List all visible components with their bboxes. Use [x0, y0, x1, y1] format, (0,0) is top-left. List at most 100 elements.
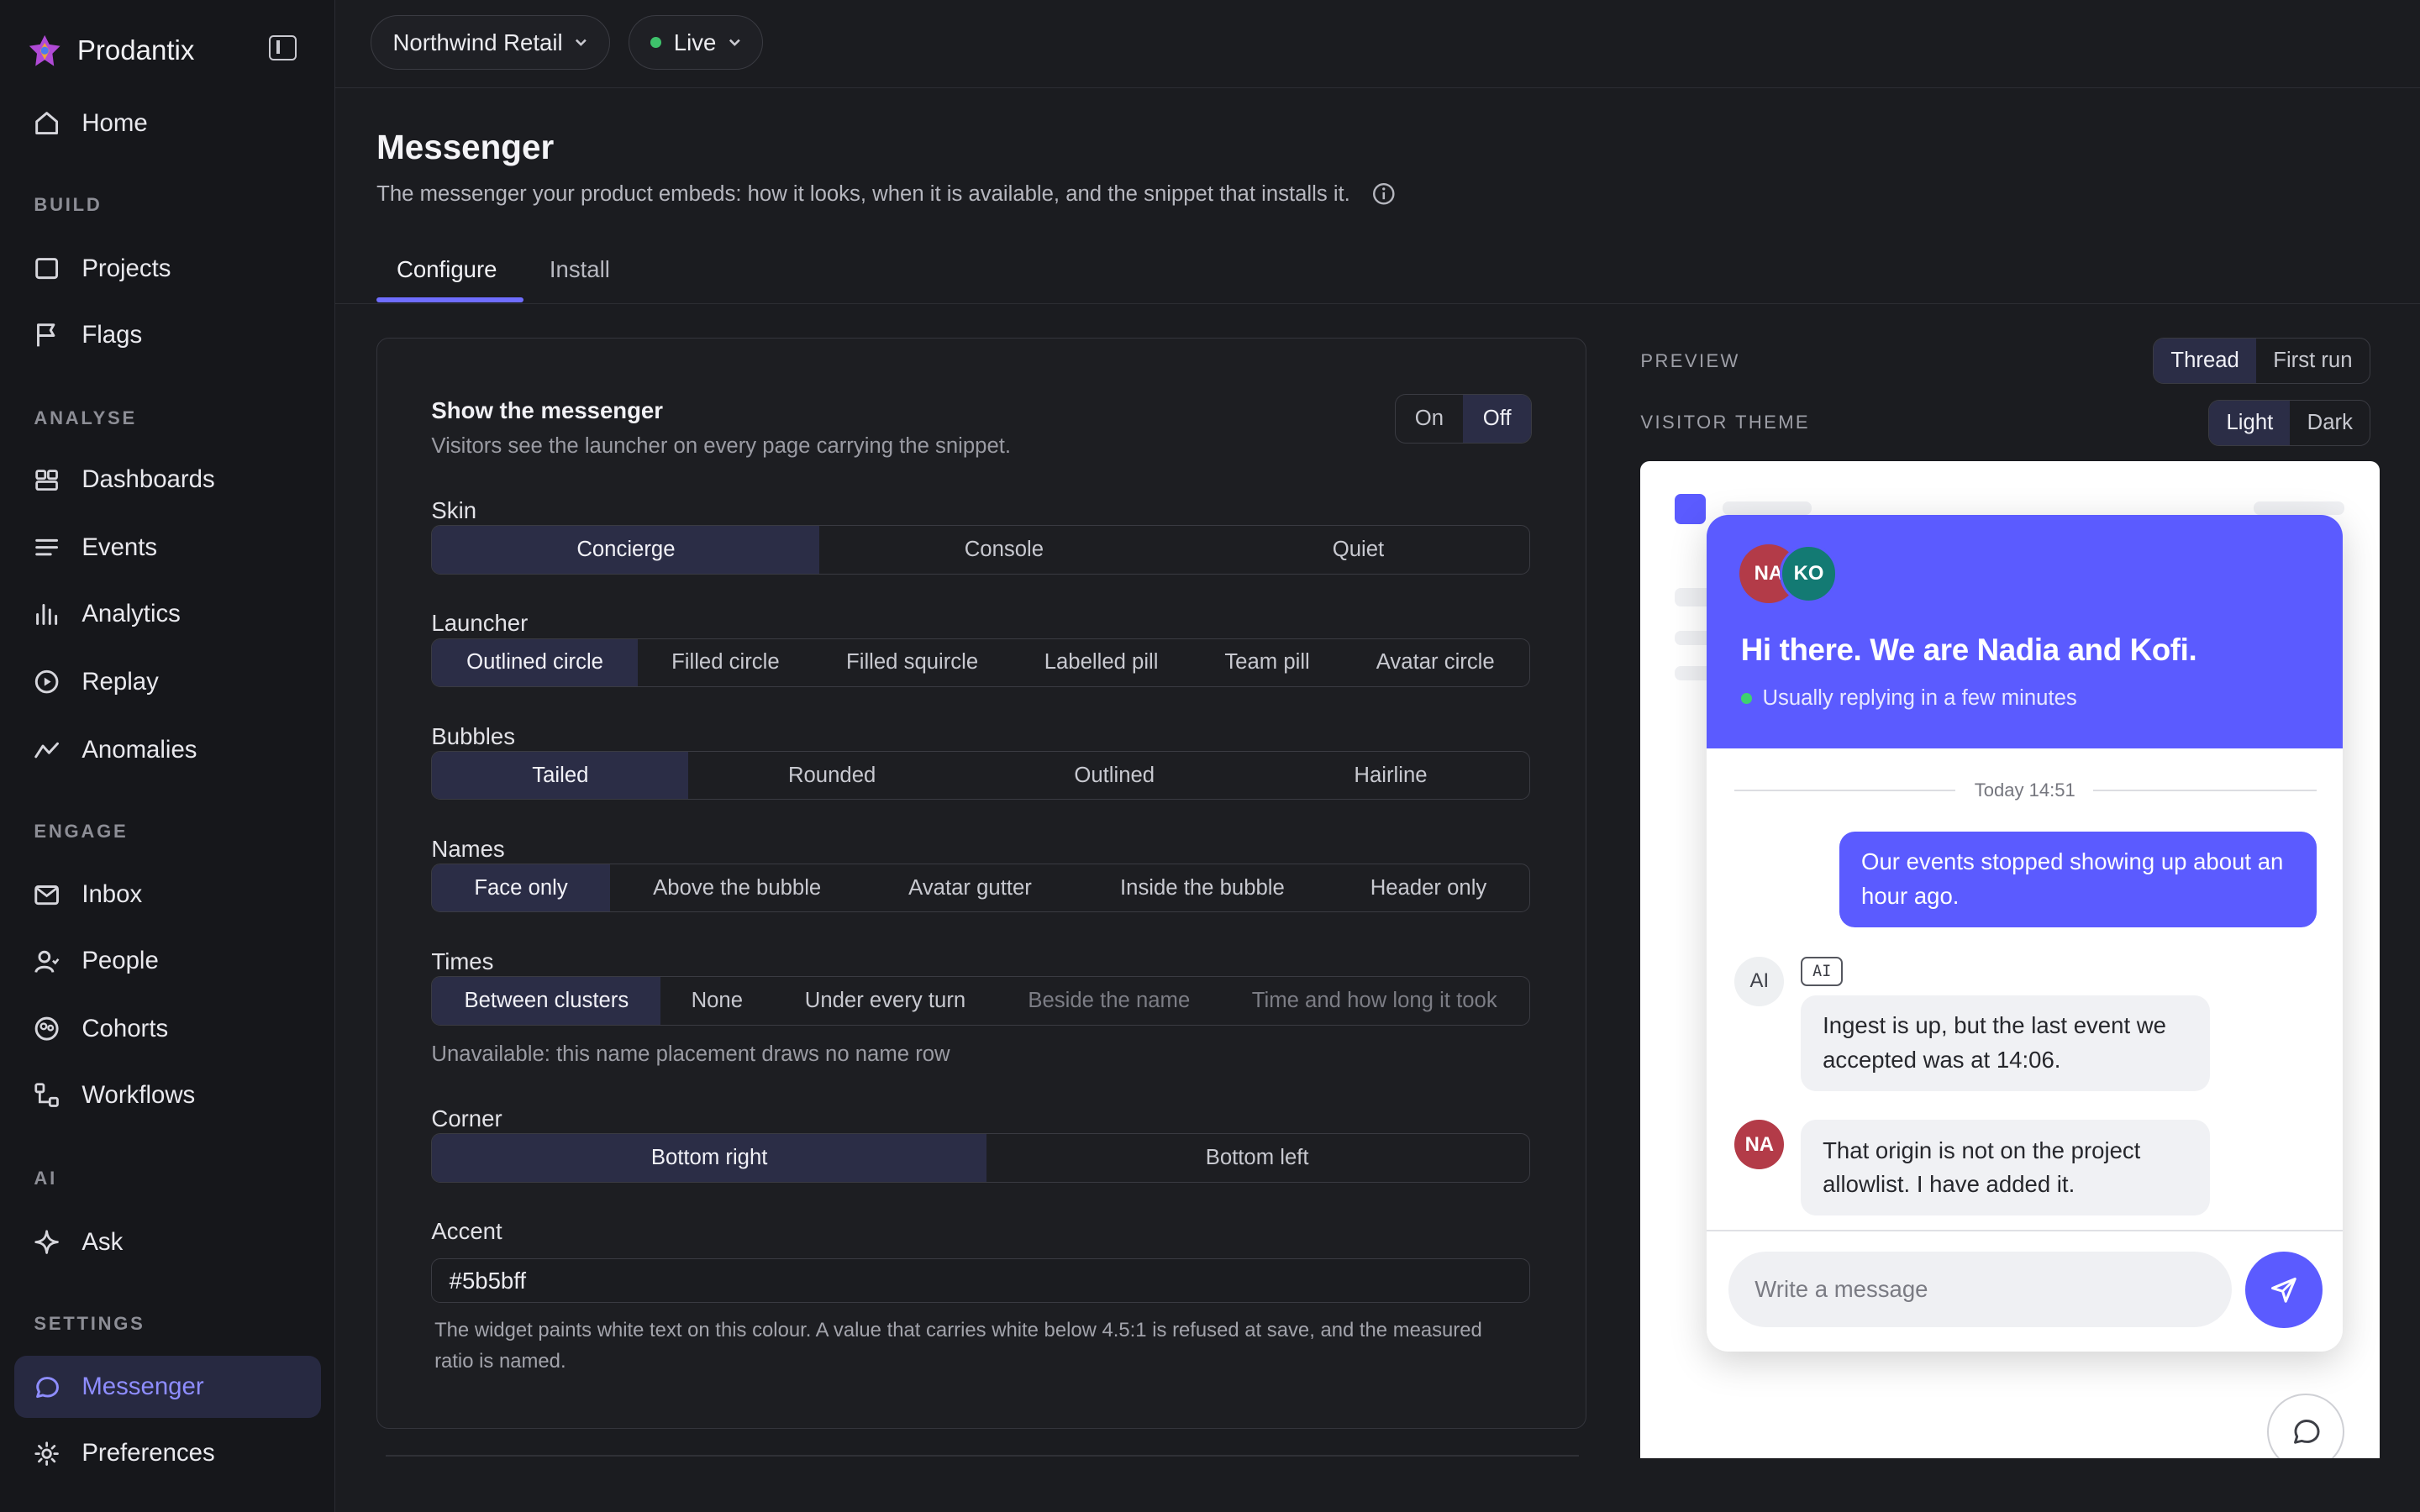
sidebar-item-label: Projects — [82, 254, 171, 282]
sidebar-item-workflows[interactable]: Workflows — [14, 1064, 322, 1126]
theme-dark[interactable]: Dark — [2290, 401, 2370, 445]
workflow-icon — [34, 1083, 60, 1108]
environment-name: Live — [673, 29, 717, 55]
theme-light[interactable]: Light — [2209, 400, 2291, 445]
corner-selector: Bottom right Bottom left — [431, 1133, 1531, 1183]
config-card: Show the messenger Visitors see the laun… — [376, 338, 1587, 1429]
names-option[interactable]: Avatar gutter — [865, 864, 1076, 912]
environment-switcher[interactable]: Live — [628, 15, 764, 70]
timestamp-text: Today 14:51 — [1959, 779, 2091, 801]
skin-option[interactable]: Quiet — [1188, 526, 1528, 574]
sidebar-item-events[interactable]: Events — [14, 517, 322, 578]
launcher-button[interactable] — [2267, 1393, 2344, 1458]
page-tabs: Configure Install — [334, 239, 2420, 304]
play-circle-icon — [35, 670, 59, 694]
sidebar-item-inbox[interactable]: Inbox — [14, 864, 322, 926]
send-button[interactable] — [2245, 1251, 2323, 1329]
sidebar-item-label: Analytics — [82, 599, 181, 627]
prodantix-logo-icon — [29, 35, 60, 66]
sidebar-item-dashboards[interactable]: Dashboards — [14, 449, 322, 510]
info-icon[interactable] — [1372, 182, 1396, 206]
preview-mode-first-run[interactable]: First run — [2256, 339, 2370, 383]
launcher-option[interactable]: Labelled pill — [1011, 639, 1192, 687]
sidebar-item-cohorts[interactable]: Cohorts — [14, 998, 322, 1059]
section-engage: ENGAGE — [34, 821, 129, 843]
page-title: Messenger — [376, 128, 555, 167]
bubbles-option[interactable]: Outlined — [976, 752, 1254, 800]
sidebar-item-replay[interactable]: Replay — [14, 651, 322, 712]
bubbles-option[interactable]: Tailed — [432, 751, 689, 800]
sidebar-item-preferences[interactable]: Preferences — [14, 1422, 322, 1483]
widget-status-text: Usually replying in a few minutes — [1762, 686, 2077, 711]
preview-label: PREVIEW — [1640, 349, 1740, 371]
sidebar-item-flags[interactable]: Flags — [14, 304, 322, 365]
times-selector: Between clusters None Under every turn B… — [431, 975, 1531, 1026]
trend-icon — [34, 742, 60, 759]
names-option[interactable]: Face only — [432, 864, 610, 912]
skeleton-line — [1722, 501, 1812, 516]
sidebar-item-label: Events — [82, 533, 158, 561]
sidebar-item-ask[interactable]: Ask — [14, 1211, 322, 1273]
visitor-theme-label: VISITOR THEME — [1640, 412, 1811, 433]
skin-option[interactable]: Console — [819, 526, 1188, 574]
launcher-label: Launcher — [431, 610, 529, 637]
tab-install[interactable]: Install — [550, 256, 610, 283]
names-option[interactable]: Header only — [1329, 864, 1528, 912]
agent-message: That origin is not on the project allowl… — [1801, 1120, 2211, 1216]
toggle-on[interactable]: On — [1396, 395, 1464, 443]
section-analyse: ANALYSE — [34, 407, 137, 428]
divider — [386, 1455, 1579, 1457]
tab-configure[interactable]: Configure — [397, 256, 497, 283]
workspace-name: Northwind Retail — [392, 29, 563, 55]
corner-label: Corner — [431, 1105, 502, 1132]
accent-input[interactable]: #5b5bff — [431, 1257, 1531, 1304]
sidebar-item-label: Ask — [82, 1227, 124, 1256]
corner-option[interactable]: Bottom left — [986, 1134, 1528, 1182]
brand[interactable]: Prodantix — [28, 28, 194, 74]
divider — [1707, 1229, 2344, 1231]
bubbles-option[interactable]: Hairline — [1254, 752, 1528, 800]
user-icon — [34, 950, 60, 973]
sidebar: Prodantix Home BUILD Projects Flags ANAL… — [0, 0, 335, 1512]
names-option[interactable]: Inside the bubble — [1076, 864, 1328, 912]
preview-mode-thread[interactable]: Thread — [2154, 339, 2257, 384]
workspace-switcher[interactable]: Northwind Retail — [370, 15, 610, 70]
message-input[interactable]: Write a message — [1728, 1251, 2232, 1327]
times-option[interactable]: None — [660, 977, 773, 1025]
show-messenger-toggle: On Off — [1394, 394, 1532, 444]
launcher-option[interactable]: Team pill — [1192, 639, 1343, 687]
preview-mode-selector: Thread First run — [2153, 338, 2370, 385]
times-option[interactable]: Under every turn — [773, 977, 997, 1025]
skeleton-line — [2253, 501, 2344, 516]
sidebar-item-projects[interactable]: Projects — [14, 238, 322, 299]
message-timestamp: Today 14:51 — [1707, 779, 2343, 801]
sidebar-item-label: Anomalies — [82, 735, 197, 764]
sidebar-item-label: Home — [82, 108, 148, 137]
chat-bubble-icon — [2293, 1420, 2320, 1444]
skin-label: Skin — [431, 497, 477, 524]
sidebar-item-anomalies[interactable]: Anomalies — [14, 719, 322, 780]
status-dot — [650, 37, 662, 48]
agent-avatar: NA — [1734, 1120, 1785, 1170]
flag-icon — [37, 323, 55, 347]
launcher-option[interactable]: Filled circle — [638, 639, 813, 687]
bubbles-option[interactable]: Rounded — [688, 752, 976, 800]
accent-label: Accent — [431, 1218, 502, 1245]
launcher-option[interactable]: Filled squircle — [813, 639, 1011, 687]
skin-option[interactable]: Concierge — [432, 526, 820, 575]
sidebar-toggle-icon[interactable] — [268, 35, 297, 60]
sidebar-item-home[interactable]: Home — [14, 92, 322, 154]
chat-bubble-icon — [36, 1376, 60, 1398]
page-subtitle: The messenger your product embeds: how i… — [376, 182, 1395, 207]
show-messenger-label: Show the messenger — [431, 397, 663, 424]
sidebar-item-people[interactable]: People — [14, 931, 322, 992]
sidebar-item-messenger[interactable]: Messenger — [13, 1356, 322, 1418]
sidebar-item-analytics[interactable]: Analytics — [14, 583, 322, 644]
corner-option[interactable]: Bottom right — [432, 1134, 986, 1182]
toggle-off[interactable]: Off — [1463, 395, 1531, 444]
launcher-option[interactable]: Outlined circle — [432, 638, 638, 687]
sidebar-item-label: Cohorts — [82, 1015, 169, 1043]
launcher-option[interactable]: Avatar circle — [1343, 639, 1528, 687]
times-option[interactable]: Between clusters — [432, 976, 661, 1025]
names-option[interactable]: Above the bubble — [610, 864, 865, 912]
